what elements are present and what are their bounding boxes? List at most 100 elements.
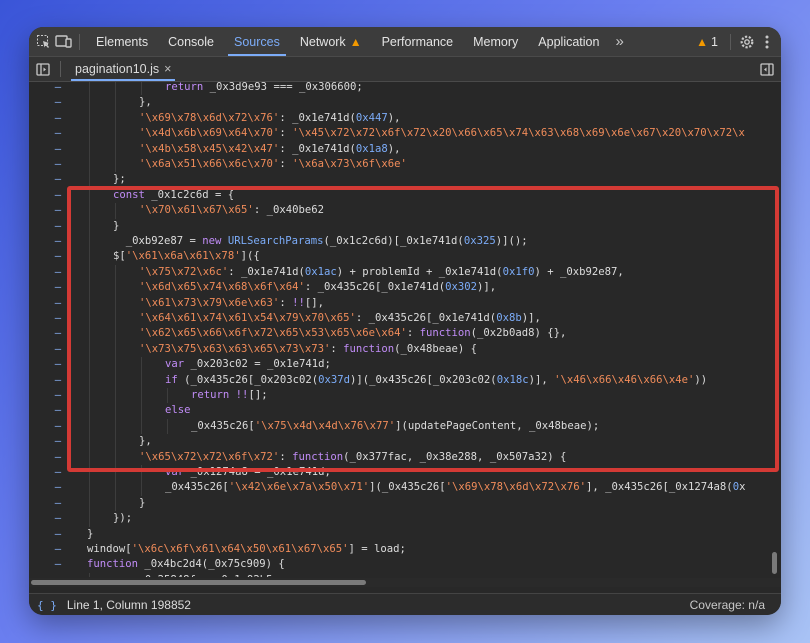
cursor-position: Line 1, Column 198852 [66, 598, 191, 612]
gutter-marker[interactable]: – [53, 342, 63, 357]
indent-guide [89, 126, 90, 142]
code-line[interactable]: – var _0x25848f = _0x1e92b5; [29, 572, 781, 577]
code-line[interactable]: – '\x4d\x6b\x69\x64\x70': '\x45\x72\x72\x… [29, 126, 781, 142]
tab-label: Memory [473, 34, 519, 49]
code-text: '\x69\x78\x6d\x72\x76': _0x1e741d(0x447)… [139, 111, 401, 124]
gutter-marker[interactable]: – [53, 480, 63, 495]
indent-guide [89, 572, 90, 577]
toggle-debugger-icon[interactable] [756, 59, 778, 79]
gutter-marker[interactable]: – [53, 527, 63, 542]
gutter-marker[interactable]: – [53, 172, 63, 187]
gutter-marker[interactable]: – [53, 203, 63, 218]
toggle-navigator-icon[interactable] [32, 59, 54, 79]
gutter-marker[interactable]: – [53, 573, 63, 577]
gutter-marker[interactable]: – [53, 419, 63, 434]
indent-guide [141, 82, 142, 96]
gutter-marker[interactable]: – [53, 142, 63, 157]
pretty-print-icon[interactable]: { } [37, 599, 57, 612]
code-line[interactable]: – '\x69\x78\x6d\x72\x76': _0x1e741d(0x447… [29, 110, 781, 127]
code-line[interactable]: –} [29, 495, 781, 512]
tabbar-divider [730, 33, 731, 50]
code-text: _0x435c26['\x42\x6e\x7a\x50\x71'](_0x435… [165, 481, 746, 494]
tab-application[interactable]: Application [528, 27, 609, 56]
file-tab-label: pagination10.js [75, 62, 160, 76]
indent-guide [141, 480, 142, 496]
tab-elements[interactable]: Elements [86, 27, 158, 56]
gutter-marker[interactable]: – [53, 82, 63, 95]
gutter-marker[interactable]: – [53, 280, 63, 295]
gutter-marker[interactable]: – [53, 557, 63, 572]
tab-sources[interactable]: Sources [224, 27, 290, 56]
close-icon[interactable]: × [164, 62, 171, 76]
more-options-icon[interactable] [757, 32, 777, 52]
code-text: '\x4b\x58\x45\x42\x47': _0x1e741d(0x1a8)… [139, 142, 401, 155]
issues-button[interactable]: ▲ 1 [690, 35, 724, 49]
gutter-marker[interactable]: – [53, 219, 63, 234]
gutter-marker[interactable]: – [53, 126, 63, 141]
indent-guide [89, 82, 90, 96]
gutter-marker[interactable]: – [53, 388, 63, 403]
indent-guide [89, 141, 90, 157]
code-line[interactable]: – window['\x6c\x6f\x61\x64\x50\x61\x67\x6… [29, 542, 781, 557]
tab-memory[interactable]: Memory [463, 27, 528, 56]
gutter-marker[interactable]: – [53, 326, 63, 341]
indent-guide [115, 82, 116, 96]
indent-guide [115, 480, 116, 496]
gutter-marker[interactable]: – [53, 434, 63, 449]
gutter-marker[interactable]: – [53, 496, 63, 511]
code-text: '\x6a\x51\x66\x6c\x70': '\x6a\x73\x6f\x6… [139, 158, 407, 170]
gutter-marker[interactable]: – [53, 188, 63, 203]
gutter-marker[interactable]: – [53, 157, 63, 172]
tab-console[interactable]: Console [158, 27, 224, 56]
tab-label: Performance [381, 34, 454, 49]
gutter-marker[interactable]: – [53, 265, 63, 280]
horizontal-scrollbar[interactable] [29, 578, 781, 587]
indent-guide [89, 110, 90, 127]
code-text: } [139, 496, 146, 509]
gutter-marker[interactable]: – [53, 450, 63, 465]
code-line[interactable]: – '\x4b\x58\x45\x42\x47': _0x1e741d(0x1a8… [29, 141, 781, 157]
more-tabs-button[interactable]: » [609, 27, 629, 56]
indent-guide [115, 126, 116, 142]
tab-performance[interactable]: Performance [372, 27, 464, 56]
tab-label: Sources [233, 34, 280, 49]
vertical-scrollbar-thumb[interactable] [772, 552, 777, 574]
code-line[interactable]: – function _0x4bc2d4(_0x75c909) { [29, 557, 781, 572]
code-line[interactable]: –} [29, 527, 781, 542]
gutter-marker[interactable]: – [53, 373, 63, 388]
gutter-marker[interactable]: – [53, 234, 63, 249]
tab-network[interactable]: Network ▲ [290, 27, 372, 56]
gutter-marker[interactable]: – [53, 296, 63, 311]
indent-guide [89, 495, 90, 512]
code-line[interactable]: – _0x435c26['\x42\x6e\x7a\x50\x71'](_0x43… [29, 480, 781, 496]
gutter-marker[interactable]: – [53, 357, 63, 372]
code-text: }); [113, 512, 133, 525]
indent-guide [115, 495, 116, 512]
gutter-marker[interactable]: – [53, 542, 63, 557]
code-line[interactable]: – return _0x3d9e93 === _0x306600; [29, 82, 781, 96]
tabbar-divider [79, 33, 80, 50]
coverage-status[interactable]: Coverage: n/a [690, 598, 765, 612]
inspect-element-icon[interactable] [33, 32, 53, 52]
file-tab[interactable]: pagination10.js × [67, 57, 179, 81]
gutter-marker[interactable]: – [53, 403, 63, 418]
scrollbar-thumb[interactable] [31, 580, 366, 585]
indent-guide [89, 511, 90, 527]
gutter-marker[interactable]: – [53, 311, 63, 326]
code-text: window['\x6c\x6f\x61\x64\x50\x61\x67\x65… [87, 543, 406, 555]
device-toolbar-icon[interactable] [53, 32, 73, 52]
gutter-marker[interactable]: – [53, 465, 63, 480]
gutter-marker[interactable]: – [53, 249, 63, 264]
gutter-marker[interactable]: – [53, 95, 63, 110]
file-tabbar: pagination10.js × [29, 57, 781, 82]
indent-guide [89, 157, 90, 173]
highlight-box [67, 186, 779, 472]
gear-icon[interactable] [737, 32, 757, 52]
code-line[interactable]: – '\x6a\x51\x66\x6c\x70': '\x6a\x73\x6f\x… [29, 157, 781, 173]
code-text: '\x4d\x6b\x69\x64\x70': '\x45\x72\x72\x6… [139, 127, 745, 140]
gutter-marker[interactable]: – [53, 511, 63, 526]
gutter-marker[interactable]: – [53, 111, 63, 126]
code-line[interactable]: –}); [29, 511, 781, 527]
indent-guide [115, 157, 116, 173]
code-line[interactable]: –}, [29, 95, 781, 111]
